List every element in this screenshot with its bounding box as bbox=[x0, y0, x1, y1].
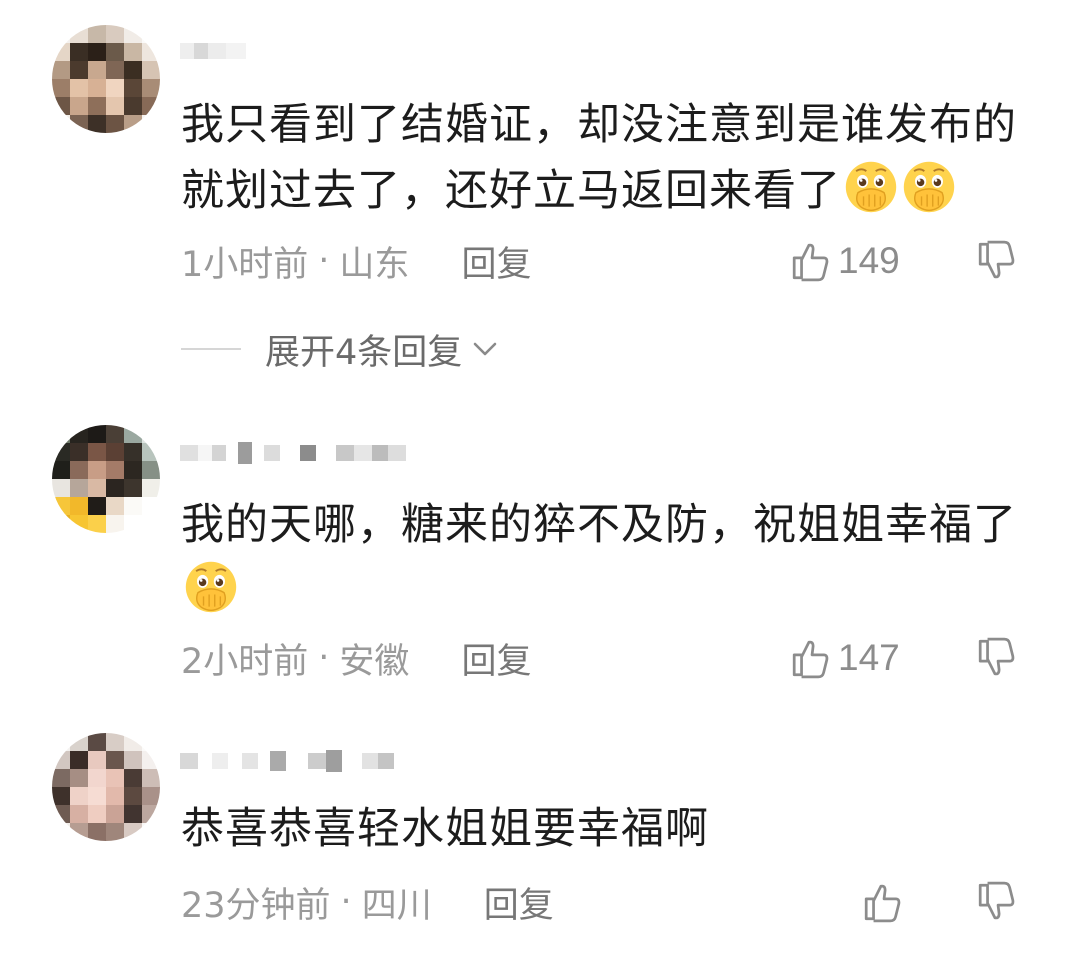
meta-separator: · bbox=[318, 638, 330, 678]
comment-time: 2小时前 bbox=[181, 641, 309, 682]
dislike-button[interactable] bbox=[976, 240, 1018, 286]
comment-text-content: 恭喜恭喜轻水姐姐要幸福啊 bbox=[181, 804, 709, 854]
comment-time: 1小时前 bbox=[181, 244, 309, 285]
like-button[interactable]: 147 bbox=[790, 633, 900, 683]
comment-text: 我的天哪，糖来的猝不及防，祝姐姐幸福了 bbox=[181, 492, 1041, 624]
thumbs-down-icon bbox=[978, 240, 1015, 279]
like-button[interactable] bbox=[862, 877, 904, 927]
expand-replies-button[interactable]: 展开4条回复 bbox=[181, 326, 500, 373]
reply-button[interactable]: 回复 bbox=[461, 236, 531, 287]
comment-time: 23分钟前 bbox=[181, 885, 331, 926]
covering-mouth-emoji-icon bbox=[903, 161, 955, 213]
comment-location: 安徽 bbox=[339, 641, 410, 682]
avatar[interactable] bbox=[52, 733, 160, 841]
reply-button[interactable]: 回复 bbox=[461, 633, 531, 684]
comment-meta: 2小时前 · 安徽 回复 bbox=[181, 633, 1031, 683]
covering-mouth-emoji-icon bbox=[185, 561, 237, 613]
dislike-button[interactable] bbox=[976, 881, 1018, 927]
username[interactable] bbox=[180, 746, 394, 776]
comment-location: 山东 bbox=[339, 244, 410, 285]
username[interactable] bbox=[180, 36, 246, 66]
expand-divider bbox=[181, 348, 241, 350]
comment-text-content: 我的天哪，糖来的猝不及防，祝姐姐幸福了 bbox=[181, 500, 1017, 550]
like-count: 147 bbox=[838, 637, 900, 678]
like-button[interactable]: 149 bbox=[790, 236, 900, 286]
username[interactable] bbox=[180, 438, 406, 468]
thumbs-up-icon bbox=[792, 243, 829, 282]
comment-text: 我只看到了结婚证，却没注意到是谁发布的就划过去了，还好立马返回来看了 bbox=[181, 92, 1041, 224]
reply-button[interactable]: 回复 bbox=[484, 877, 554, 928]
thumbs-down-icon bbox=[978, 637, 1015, 676]
avatar[interactable] bbox=[52, 25, 160, 133]
comment-location: 四川 bbox=[361, 885, 432, 926]
thumbs-up-icon bbox=[864, 884, 901, 923]
expand-replies-label: 展开4条回复 bbox=[265, 332, 463, 373]
like-count: 149 bbox=[838, 240, 900, 281]
comment-meta: 1小时前 · 山东 回复 bbox=[181, 236, 1031, 286]
avatar[interactable] bbox=[52, 425, 160, 533]
covering-mouth-emoji-icon bbox=[845, 161, 897, 213]
thumbs-up-icon bbox=[792, 640, 829, 679]
comment-text: 恭喜恭喜轻水姐姐要幸福啊 bbox=[181, 796, 1041, 862]
dislike-button[interactable] bbox=[976, 637, 1018, 683]
meta-separator: · bbox=[340, 882, 352, 922]
chevron-down-icon bbox=[473, 342, 497, 356]
meta-separator: · bbox=[318, 241, 330, 281]
thumbs-down-icon bbox=[978, 881, 1015, 920]
